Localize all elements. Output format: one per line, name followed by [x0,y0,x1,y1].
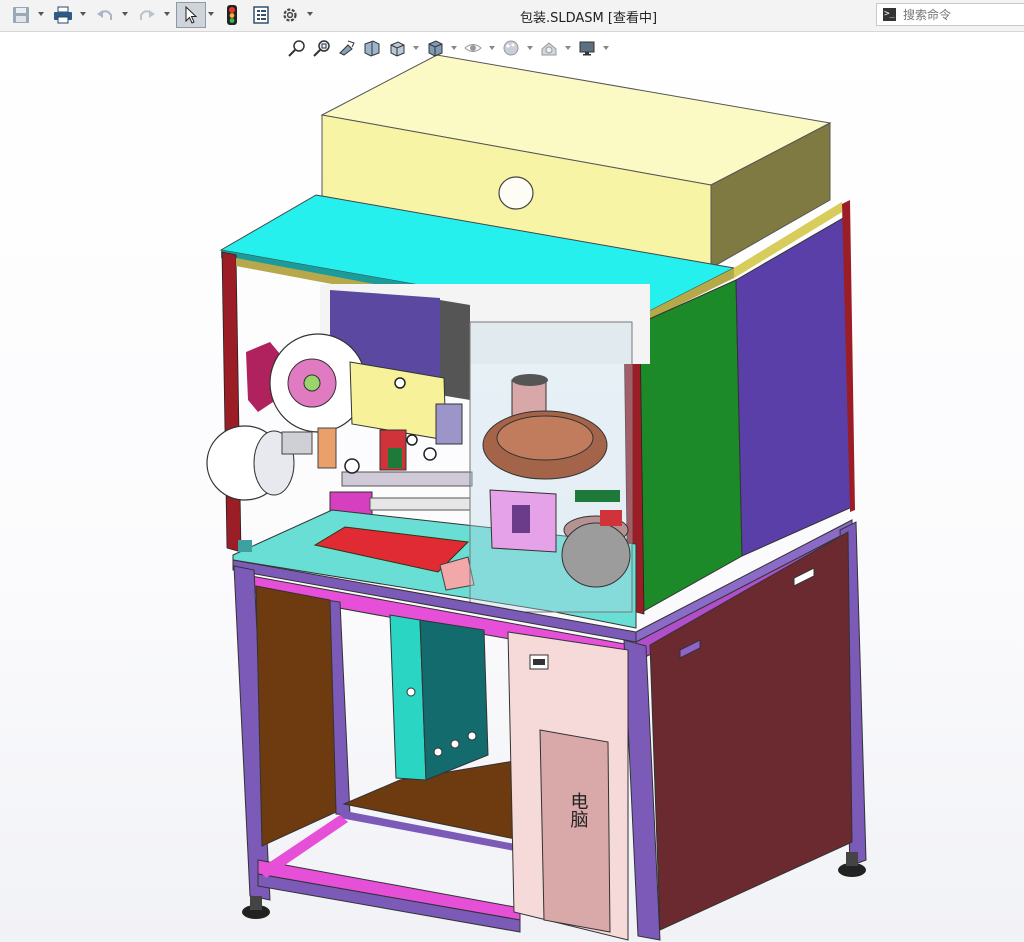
options-gear-icon[interactable] [279,4,301,26]
command-prompt-icon: >_ [883,8,896,21]
hide-show-items-icon[interactable] [462,37,484,59]
options-dropdown-chevron-icon[interactable] [307,12,313,16]
cabinet-label: 工控电脑 [568,792,589,828]
redo-icon[interactable] [136,4,158,26]
save-dropdown-chevron-icon[interactable] [38,12,44,16]
display-style-icon[interactable] [424,37,446,59]
lower-right-panel [649,531,853,931]
view-settings-icon[interactable] [576,37,598,59]
file-properties-icon[interactable] [250,4,272,26]
print-icon[interactable] [52,4,74,26]
search-commands-box[interactable]: >_ [876,3,1024,26]
apply-scene-chevron-icon[interactable] [565,46,571,50]
previous-view-icon[interactable] [336,37,358,59]
select-dropdown-chevron-icon[interactable] [208,12,214,16]
undo-dropdown-chevron-icon[interactable] [122,12,128,16]
assembly-model [206,54,867,941]
undo-icon[interactable] [94,4,116,26]
redo-dropdown-chevron-icon[interactable] [164,12,170,16]
display-style-chevron-icon[interactable] [451,46,457,50]
zoom-to-area-icon[interactable] [311,37,333,59]
select-pointer-icon[interactable] [176,2,206,28]
search-input[interactable] [903,6,1021,23]
apply-scene-icon[interactable] [538,37,560,59]
section-view-icon[interactable] [361,37,383,59]
traffic-light-icon[interactable] [220,4,244,26]
industrial-pc-cabinet [507,631,629,941]
document-title: 包装.SLDASM [查看中] [520,11,658,26]
print-dropdown-chevron-icon[interactable] [80,12,86,16]
cabinet-label-text: 工控电脑 [568,792,589,828]
zoom-to-fit-icon[interactable] [286,37,308,59]
heads-up-view-toolbar [286,36,611,60]
view-orientation-chevron-icon[interactable] [413,46,419,50]
title-bar: 包装.SLDASM [查看中] >_ [0,0,1024,32]
edit-appearance-icon[interactable] [500,37,522,59]
view-settings-chevron-icon[interactable] [603,46,609,50]
edit-appearance-chevron-icon[interactable] [527,46,533,50]
hide-show-chevron-icon[interactable] [489,46,495,50]
rotary-dial-mechanism [469,321,633,613]
view-orientation-icon[interactable] [386,37,408,59]
graphics-viewport[interactable]: 工控电脑 [0,32,1024,942]
save-icon[interactable] [10,4,32,26]
